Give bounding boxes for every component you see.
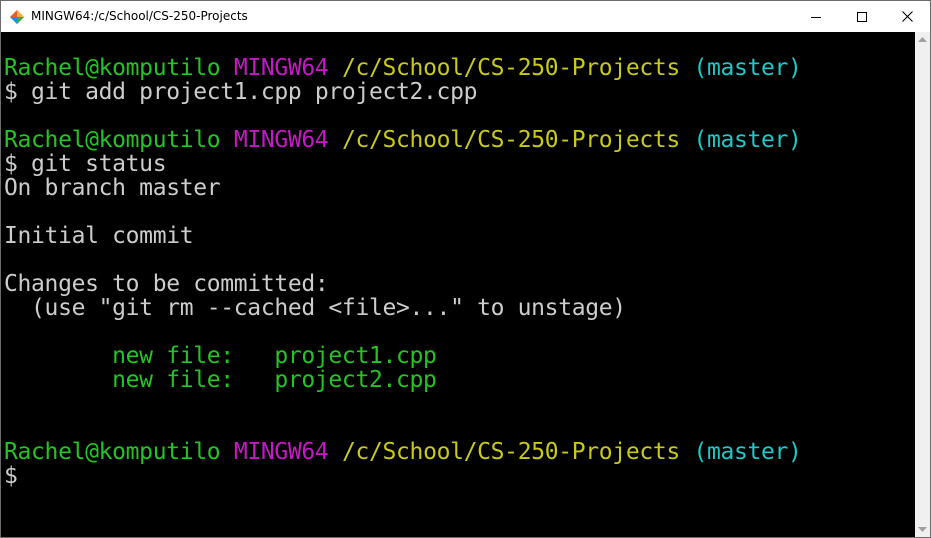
terminal-line: Initial commit <box>4 223 194 249</box>
terminal-text-path: /c/School/CS-250-Projects <box>341 127 680 153</box>
terminal-text-branch: (master) <box>693 439 802 465</box>
terminal-line: Rachel@komputilo MINGW64 /c/School/CS-25… <box>4 128 802 152</box>
terminal-space <box>680 127 694 153</box>
window-title: MINGW64:/c/School/CS-250-Projects <box>31 9 248 23</box>
terminal-text-user: Rachel@komputilo <box>4 55 221 81</box>
terminal-text-text: Changes to be committed: <box>4 271 329 297</box>
terminal-line: $ git status <box>4 151 167 177</box>
terminal-output[interactable]: Rachel@komputilo MINGW64 /c/School/CS-25… <box>1 32 915 537</box>
maximize-icon <box>857 11 867 22</box>
terminal-text-added: new file: project1.cpp <box>4 343 437 369</box>
chevron-down-icon <box>918 526 927 532</box>
terminal-space <box>220 127 234 153</box>
terminal-line: Changes to be committed: <box>4 271 329 297</box>
title-bar[interactable]: MINGW64:/c/School/CS-250-Projects <box>1 1 930 32</box>
terminal-text-text: On branch master <box>4 175 221 201</box>
terminal-line: new file: project2.cpp <box>4 368 437 392</box>
git-diamond-icon <box>9 9 25 25</box>
terminal-line: Rachel@komputilo MINGW64 /c/School/CS-25… <box>4 440 802 464</box>
terminal-text-text: $ <box>4 463 18 489</box>
terminal-text-msystem: MINGW64 <box>233 127 329 153</box>
terminal-text-text: Initial commit <box>4 223 194 249</box>
terminal-space <box>220 55 234 81</box>
maximize-button[interactable] <box>839 1 885 32</box>
terminal-text-path: /c/School/CS-250-Projects <box>341 439 680 465</box>
terminal-line: On branch master <box>4 175 221 201</box>
terminal-text-path: /c/School/CS-250-Projects <box>341 55 680 81</box>
close-button[interactable] <box>884 1 930 32</box>
terminal-text-added: new file: project2.cpp <box>4 367 437 393</box>
terminal-space <box>680 55 694 81</box>
vertical-scrollbar[interactable] <box>915 32 930 537</box>
terminal-text-branch: (master) <box>693 127 802 153</box>
scrollbar-track[interactable] <box>915 47 930 522</box>
terminal-line: Rachel@komputilo MINGW64 /c/School/CS-25… <box>4 56 802 80</box>
terminal-text-text: (use "git rm --cached <file>..." to unst… <box>4 295 626 321</box>
close-icon <box>901 11 913 22</box>
terminal-space <box>328 127 342 153</box>
chevron-up-icon <box>918 36 927 42</box>
terminal-space <box>680 439 694 465</box>
terminal-text-user: Rachel@komputilo <box>4 439 221 465</box>
terminal-line: $ <box>4 464 18 488</box>
terminal-text-msystem: MINGW64 <box>233 439 329 465</box>
terminal-line: $ git add project1.cpp project2.cpp <box>4 80 477 104</box>
scroll-up-button[interactable] <box>915 32 930 47</box>
minimize-button[interactable] <box>793 1 839 32</box>
terminal-text-text: $ git add project1.cpp project2.cpp <box>4 79 478 105</box>
terminal-line: new file: project1.cpp <box>4 344 437 368</box>
minimize-icon <box>811 16 821 18</box>
terminal-text-user: Rachel@komputilo <box>4 127 221 153</box>
terminal-line: (use "git rm --cached <file>..." to unst… <box>4 296 626 320</box>
terminal-text-text: $ git status <box>4 151 167 177</box>
terminal-text-msystem: MINGW64 <box>233 55 329 81</box>
terminal-space <box>220 439 234 465</box>
terminal-space <box>328 439 342 465</box>
scroll-down-button[interactable] <box>915 522 930 537</box>
terminal-text-branch: (master) <box>693 55 802 81</box>
terminal-window: MINGW64:/c/School/CS-250-Projects Rachel… <box>0 0 931 538</box>
terminal-space <box>328 55 342 81</box>
